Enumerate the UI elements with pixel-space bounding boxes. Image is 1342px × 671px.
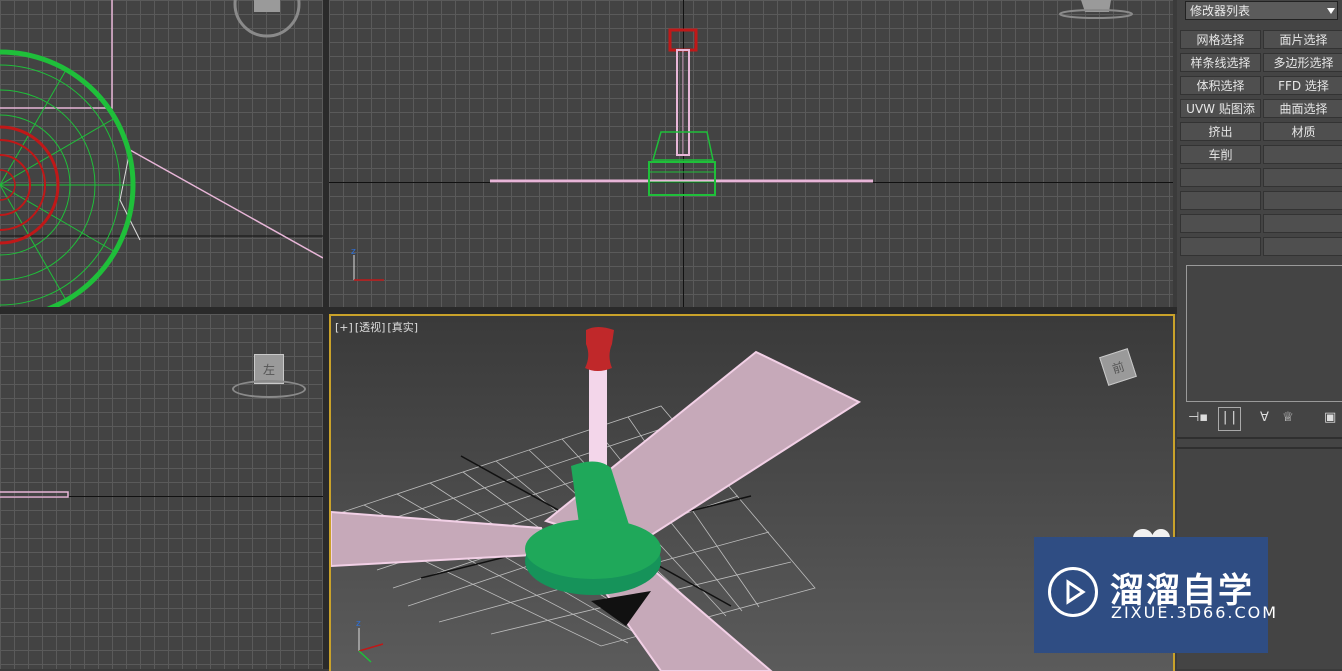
modifier-stack-list[interactable]: [1186, 265, 1342, 402]
stack-tool-row: ⊣▪ | | ∀ ♕ ▣: [1186, 407, 1342, 431]
front-scene: z: [351, 0, 1133, 281]
modifier-button[interactable]: 车削: [1180, 145, 1261, 164]
modifier-button[interactable]: [1263, 145, 1342, 164]
panel-separator: [1177, 447, 1342, 449]
configure-sets-icon[interactable]: ▣: [1324, 407, 1336, 429]
modifier-button[interactable]: UVW 贴图添加: [1180, 99, 1261, 135]
watermark-subtitle: ZIXUE.3D66.COM: [1111, 603, 1279, 622]
site-watermark: 溜溜自学 ZIXUE.3D66.COM: [1034, 537, 1276, 653]
modifier-button[interactable]: FFD 选择: [1263, 76, 1342, 95]
modifier-list-label: 修改器列表: [1190, 4, 1251, 18]
remove-modifier-icon[interactable]: ♕: [1282, 407, 1294, 429]
svg-text:z: z: [356, 619, 361, 629]
modifier-button[interactable]: [1180, 237, 1261, 256]
viewport-divider-horizontal[interactable]: [0, 307, 1177, 314]
modifier-button[interactable]: [1263, 214, 1342, 233]
modifier-button[interactable]: 网格选择: [1180, 30, 1261, 49]
modifier-button[interactable]: 样条线选择: [1180, 53, 1261, 72]
modifier-button[interactable]: 多边形选择: [1263, 53, 1342, 72]
dropdown-arrow-icon: [1327, 8, 1335, 14]
modifier-button[interactable]: [1263, 191, 1342, 210]
left-viewcube-label: 左: [262, 362, 275, 377]
show-end-result-icon[interactable]: | |: [1218, 407, 1241, 431]
panel-separator: [1177, 437, 1342, 439]
svg-text:z: z: [351, 247, 356, 257]
modifier-button[interactable]: [1263, 168, 1342, 187]
left-viewcube-ring[interactable]: [232, 380, 306, 398]
make-unique-icon[interactable]: ∀: [1260, 407, 1269, 429]
modifier-button[interactable]: 材质: [1263, 122, 1342, 141]
viewport-front[interactable]: z: [329, 0, 1173, 307]
modifier-list-dropdown[interactable]: 修改器列表: [1185, 1, 1338, 20]
perspective-viewcube-label: 前: [1110, 358, 1127, 376]
modifier-button[interactable]: [1180, 214, 1261, 233]
pin-stack-icon[interactable]: ⊣▪: [1188, 407, 1208, 429]
modifier-button[interactable]: 体积选择: [1180, 76, 1261, 95]
modifier-button[interactable]: [1180, 168, 1261, 187]
viewport-top-left[interactable]: [0, 0, 323, 307]
play-logo-icon: [1048, 567, 1098, 617]
modifier-button[interactable]: 曲面选择: [1263, 99, 1342, 118]
top-left-scene: [0, 0, 323, 307]
modifier-button[interactable]: [1180, 191, 1261, 210]
modifier-button[interactable]: [1263, 237, 1342, 256]
modifier-button[interactable]: 挤出: [1180, 122, 1261, 141]
viewport-left[interactable]: 左: [0, 314, 323, 669]
modifier-button[interactable]: 面片选择: [1263, 30, 1342, 49]
